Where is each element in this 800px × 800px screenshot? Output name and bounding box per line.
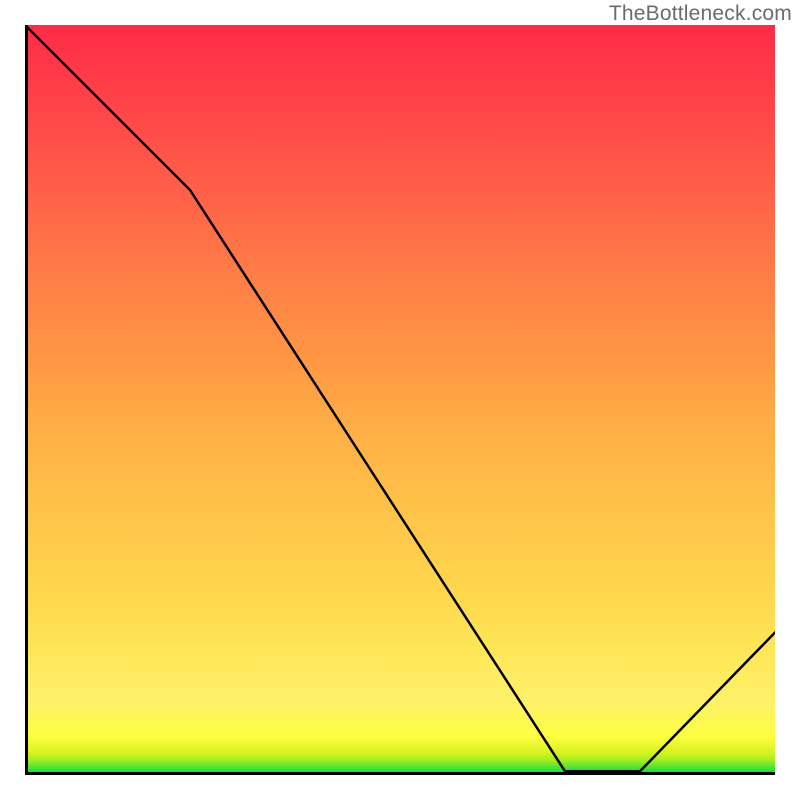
attribution-text: TheBottleneck.com [609,2,792,26]
chart-container: TheBottleneck.com [0,0,800,800]
plot-background-gradient [25,25,775,775]
